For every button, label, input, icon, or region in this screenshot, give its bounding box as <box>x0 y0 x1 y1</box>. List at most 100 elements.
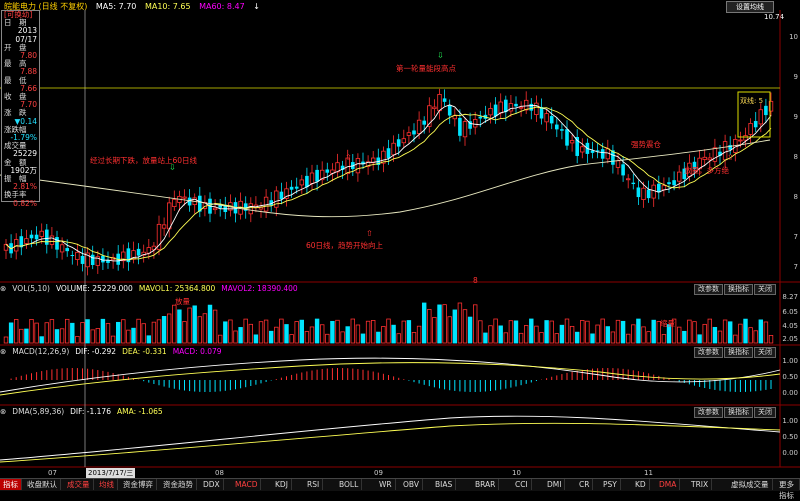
axis-month: 09 <box>374 469 383 477</box>
volume-bar <box>182 321 187 344</box>
dma-tick: 0.50 <box>782 433 798 441</box>
macd-close-icon[interactable]: ⊗ <box>0 347 6 356</box>
tab-18[interactable]: PSY <box>600 479 621 490</box>
volume-bar <box>447 316 452 344</box>
dma-label: DMA(5,89,36) <box>12 407 65 416</box>
candle-body <box>432 106 437 110</box>
volume-bar <box>524 325 529 344</box>
annotation-shakeout: 强势震仓 <box>631 140 661 149</box>
volume-bar <box>682 330 687 344</box>
volume-bar <box>335 319 340 344</box>
candle-body <box>29 234 34 239</box>
vol-params-button[interactable]: 改参数 <box>694 284 723 295</box>
candle-body <box>355 158 361 174</box>
tab-6[interactable]: DDX <box>200 479 224 490</box>
volume-bar <box>738 323 743 344</box>
tab-19[interactable]: KD <box>632 479 650 490</box>
tab-20[interactable]: DMA <box>656 479 681 490</box>
tab-2[interactable]: 成交量 <box>64 479 94 490</box>
tab-9[interactable]: RSI <box>304 479 324 490</box>
volume-bar <box>258 321 264 344</box>
candle-body <box>667 182 671 185</box>
vol-close-button[interactable]: 关闭 <box>754 284 776 295</box>
candle-body <box>39 230 44 237</box>
tab-22[interactable]: 虚拟成交量 <box>728 479 773 490</box>
candle-body <box>136 248 141 256</box>
vol-indicator-button[interactable]: 换指标 <box>724 284 753 295</box>
tab-5[interactable]: 资金趋势 <box>160 479 197 490</box>
tab-13[interactable]: BIAS <box>432 479 457 490</box>
tab-15[interactable]: CCI <box>512 479 532 490</box>
ma5-line <box>5 104 772 262</box>
candle-body <box>748 123 753 135</box>
volume-bar <box>187 307 192 344</box>
tab-14[interactable]: BRAR <box>472 479 500 490</box>
macd-indicator-button[interactable]: 换指标 <box>724 347 753 358</box>
dma-indicator-button[interactable]: 换指标 <box>724 407 753 418</box>
volume-bar <box>80 322 85 344</box>
macd-close-button[interactable]: 关闭 <box>754 347 776 358</box>
volume-bar <box>238 327 243 344</box>
price-tick: 9 <box>793 73 798 81</box>
candle-body <box>386 148 391 159</box>
volume-bar <box>626 333 631 344</box>
volume-bar <box>692 321 697 344</box>
volume-bar <box>105 323 111 344</box>
volume-bar <box>559 324 565 344</box>
candle-body <box>534 102 539 116</box>
volume-bar <box>217 334 223 344</box>
vol-tick: 2.05 <box>782 335 798 343</box>
tab-8[interactable]: KDJ <box>272 479 292 490</box>
tab-11[interactable]: WR <box>376 479 396 490</box>
macd-params-button[interactable]: 改参数 <box>694 347 723 358</box>
tab-17[interactable]: CR <box>576 479 594 490</box>
volume-bar <box>212 309 218 344</box>
tab-23[interactable]: 更多指标 <box>776 479 800 500</box>
annotation-vol-expand: 放量 <box>175 297 190 306</box>
axis-month: 11 <box>644 469 653 477</box>
volume-bar <box>59 328 65 344</box>
volume-bar <box>590 333 595 344</box>
candle-body <box>626 178 631 181</box>
volume-bar <box>65 318 70 344</box>
candle-body <box>391 142 396 156</box>
volume-bar <box>370 320 376 344</box>
dma-close-icon[interactable]: ⊗ <box>0 407 6 416</box>
volume-bar <box>712 326 718 344</box>
volume-bar <box>177 309 182 344</box>
volume-bar <box>427 309 432 344</box>
volume-bar <box>702 323 707 344</box>
tab-21[interactable]: TRIX <box>688 479 713 490</box>
volume-bar <box>233 330 238 344</box>
volume-bar <box>421 302 427 344</box>
volume-bar <box>416 325 422 344</box>
tab-3[interactable]: 均线 <box>96 479 118 490</box>
volume-bar <box>396 333 401 344</box>
tab-12[interactable]: OBV <box>400 479 423 490</box>
candle-body <box>651 184 656 199</box>
vol-close-icon[interactable]: ⊗ <box>0 284 6 293</box>
volume-bar <box>319 324 325 344</box>
tab-1[interactable]: 收盘默认 <box>24 479 61 490</box>
tab-7[interactable]: MACD <box>232 479 262 490</box>
volume-bar <box>29 319 34 344</box>
volume-bar <box>156 319 162 344</box>
tab-4[interactable]: 资金博弈 <box>120 479 157 490</box>
volume-bar <box>243 318 248 344</box>
price-tick: 8 <box>793 153 798 161</box>
candle-body <box>743 135 748 141</box>
volume-bar <box>90 329 95 344</box>
dma-params-button[interactable]: 改参数 <box>694 407 723 418</box>
candle-body <box>641 187 646 200</box>
tab-0[interactable]: 指标 <box>0 479 22 490</box>
tab-16[interactable]: DMI <box>544 479 566 490</box>
candle-body <box>677 171 682 182</box>
dma-close-button[interactable]: 关闭 <box>754 407 776 418</box>
volume-bar <box>758 319 763 344</box>
volume-bar <box>228 319 233 344</box>
candle-body <box>65 248 69 252</box>
candle-body <box>416 119 422 134</box>
volume-bar <box>44 322 49 344</box>
volume-bar <box>146 335 151 344</box>
tab-10[interactable]: BOLL <box>336 479 363 490</box>
